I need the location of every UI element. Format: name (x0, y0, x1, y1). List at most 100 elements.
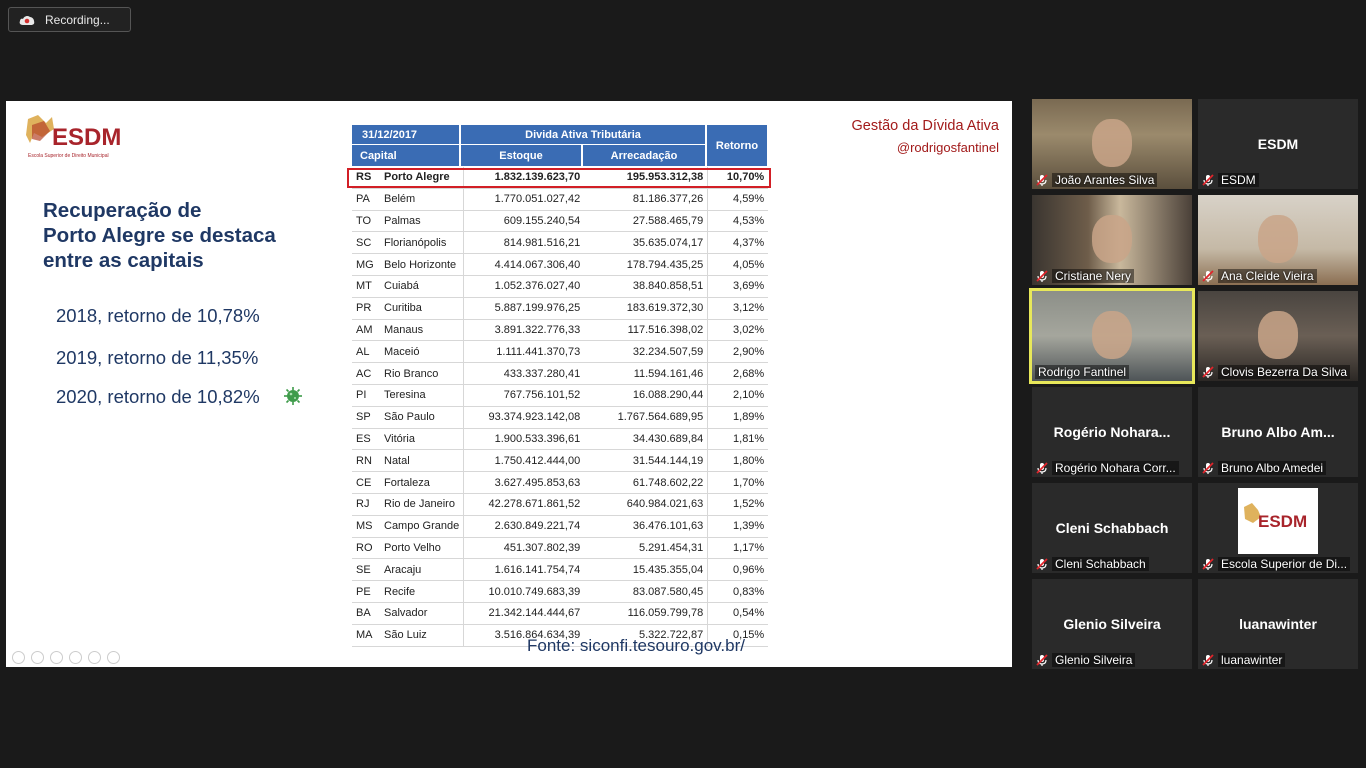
row-uf: TO (352, 210, 380, 233)
row-uf: RN (352, 449, 380, 473)
row-retorno: 0,83% (707, 580, 769, 603)
row-arrecadacao: 15.435.355,04 (584, 558, 708, 582)
row-estoque: 21.342.144.444,67 (463, 602, 585, 625)
recording-indicator[interactable]: Recording... (8, 7, 131, 32)
participant-tile[interactable]: ESDM ESDM (1198, 99, 1358, 189)
mic-muted-icon (1036, 174, 1048, 186)
mic-muted-icon (1036, 654, 1048, 666)
row-retorno: 3,69% (707, 275, 769, 298)
table-row: MS Campo Grande 2.630.849.221,74 36.476.101… (352, 515, 769, 538)
prev-slide-icon[interactable] (12, 651, 25, 664)
more-icon[interactable] (107, 651, 120, 664)
participant-tile[interactable]: Ana Cleide Vieira (1198, 195, 1358, 285)
participant-name: Cleni Schabbach (1052, 557, 1149, 571)
row-city: Aracaju (380, 558, 464, 582)
header-arrecadacao: Arrecadação (583, 145, 705, 166)
row-uf: MA (352, 624, 380, 647)
participant-label: luanawinter (1201, 653, 1355, 667)
row-city: Teresina (380, 384, 464, 407)
participant-tile[interactable]: Cristiane Nery (1032, 195, 1192, 285)
row-city: Vitória (380, 428, 464, 451)
row-retorno: 1,52% (707, 493, 769, 516)
row-estoque: 814.981.516,21 (463, 231, 585, 255)
row-city: Belém (380, 188, 464, 211)
row-estoque: 1.770.051.027,42 (463, 188, 585, 211)
pen-icon[interactable] (50, 651, 63, 664)
row-uf: PR (352, 297, 380, 320)
participant-tile[interactable]: João Arantes Silva (1032, 99, 1192, 189)
row-estoque: 1.616.141.754,74 (463, 558, 585, 582)
table-row: MT Cuiabá 1.052.376.027,40 38.840.858,51 3,6… (352, 275, 769, 298)
divida-ativa-table: RS Porto Alegre 1.832.139.623,70 195.953.31… (352, 167, 769, 647)
participant-name: Cristiane Nery (1052, 269, 1135, 283)
recording-label: Recording... (45, 12, 110, 27)
participant-tile[interactable]: ESDM Escola Superior de Di... (1198, 483, 1358, 573)
row-estoque: 767.756.101,52 (463, 384, 585, 407)
participant-tile[interactable]: Bruno Albo Am... Bruno Albo Amedei (1198, 387, 1358, 477)
table-row: CE Fortaleza 3.627.495.853,63 61.748.602,22… (352, 471, 769, 494)
row-city: Maceió (380, 340, 464, 364)
row-city: Campo Grande (380, 515, 464, 538)
row-estoque: 1.111.441.370,73 (463, 340, 585, 364)
row-uf: PA (352, 188, 380, 211)
table-row: SP São Paulo 93.374.923.142,08 1.767.564.68… (352, 406, 769, 429)
participant-tile[interactable]: Rogério Nohara... Rogério Nohara Corr... (1032, 387, 1192, 477)
row-uf: SP (352, 406, 380, 429)
row-retorno: 1,81% (707, 428, 769, 451)
row-estoque: 609.155.240,54 (463, 210, 585, 233)
table-row: MG Belo Horizonte 4.414.067.306,40 178.794.… (352, 253, 769, 276)
row-uf: MT (352, 275, 380, 298)
row-retorno: 1,70% (707, 471, 769, 494)
table-row: AL Maceió 1.111.441.370,73 32.234.507,59 2,9… (352, 340, 769, 364)
row-estoque: 93.374.923.142,08 (463, 406, 585, 429)
participant-tile[interactable]: Glenio Silveira Glenio Silveira (1032, 579, 1192, 669)
participant-tile[interactable]: Clovis Bezerra Da Silva (1198, 291, 1358, 381)
next-slide-icon[interactable] (31, 651, 44, 664)
row-retorno: 3,12% (707, 297, 769, 320)
participant-label: Clovis Bezerra Da Silva (1201, 365, 1355, 379)
mic-muted-icon (1202, 174, 1214, 186)
participant-name: Rogério Nohara Corr... (1052, 461, 1179, 475)
row-city: Curitiba (380, 297, 464, 320)
row-arrecadacao: 116.059.799,78 (584, 602, 708, 625)
participant-tile[interactable]: Cleni Schabbach Cleni Schabbach (1032, 483, 1192, 573)
esdm-logo: ESDM Escola Superior de Direito Municipa… (26, 115, 121, 159)
slides-icon[interactable] (69, 651, 82, 664)
participant-display-name: Bruno Albo Am... (1221, 424, 1335, 440)
mic-muted-icon (1202, 462, 1214, 474)
participant-name: Glenio Silveira (1052, 653, 1136, 667)
participant-label: Bruno Albo Amedei (1201, 461, 1355, 475)
row-city: Fortaleza (380, 471, 464, 494)
slide-handle: @rodrigosfantinel (896, 140, 999, 155)
row-city: Cuiabá (380, 275, 464, 298)
row-retorno: 2,68% (707, 362, 769, 385)
row-uf: ES (352, 428, 380, 451)
row-arrecadacao: 27.588.465,79 (584, 210, 708, 233)
participant-label: Ana Cleide Vieira (1201, 269, 1355, 283)
row-retorno: 4,59% (707, 188, 769, 211)
row-city: Manaus (380, 319, 464, 342)
row-arrecadacao: 34.430.689,84 (584, 428, 708, 451)
slide-title-line: Porto Alegre se destaca (43, 224, 276, 247)
svg-text:ESDM: ESDM (52, 124, 121, 151)
row-arrecadacao: 11.594.161,46 (584, 362, 708, 385)
slide-subject: Gestão da Dívida Ativa (851, 118, 1000, 134)
mic-muted-icon (1202, 270, 1214, 282)
zoom-icon[interactable] (88, 651, 101, 664)
slide-title-line: entre as capitais (43, 249, 204, 272)
row-uf: MG (352, 253, 380, 276)
row-retorno: 4,37% (707, 231, 769, 255)
bullet-2019: 2019, retorno de 11,35% (56, 347, 259, 368)
participant-label: Rogério Nohara Corr... (1035, 461, 1189, 475)
row-uf: RJ (352, 493, 380, 516)
row-estoque: 1.750.412.444,00 (463, 449, 585, 473)
participant-name: Bruno Albo Amedei (1218, 461, 1327, 475)
row-retorno: 1,17% (707, 537, 769, 560)
participant-tile[interactable]: Rodrigo Fantinel (1029, 288, 1195, 384)
row-uf: AC (352, 362, 380, 385)
slide-title: Recuperação de Porto Alegre se destaca e… (43, 198, 313, 273)
participant-name: luanawinter (1218, 653, 1286, 667)
row-estoque: 1.900.533.396,61 (463, 428, 585, 451)
participant-label: Cristiane Nery (1035, 269, 1189, 283)
participant-tile[interactable]: luanawinter luanawinter (1198, 579, 1358, 669)
